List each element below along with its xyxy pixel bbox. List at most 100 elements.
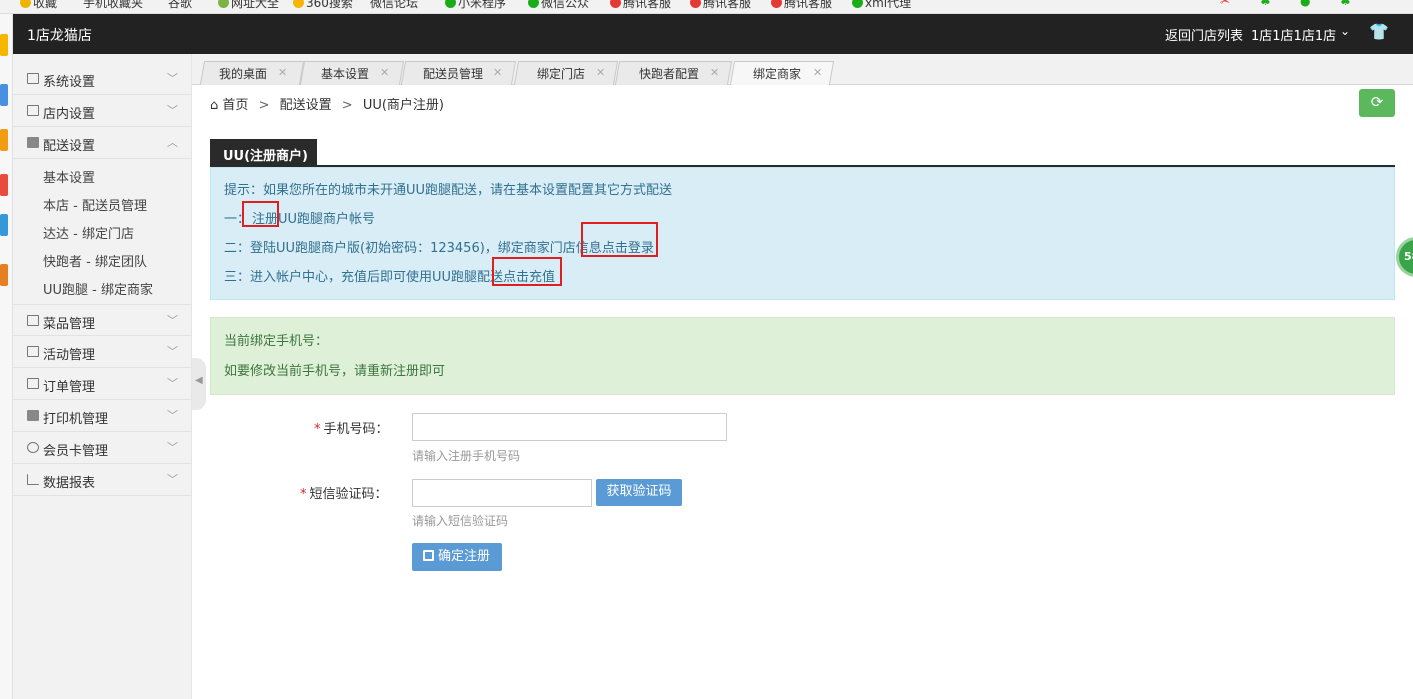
bookmark-item[interactable]: 网址大全 bbox=[218, 0, 279, 11]
sidebar-item-dish-management[interactable]: 菜品管理 ﹀ bbox=[13, 304, 192, 336]
chevron-down-icon: ﹀ bbox=[167, 345, 178, 358]
qq-icon bbox=[690, 0, 701, 8]
app-icon[interactable] bbox=[0, 174, 8, 196]
close-icon[interactable]: ✕ bbox=[710, 66, 719, 79]
bookmark-item[interactable]: 微信论坛 bbox=[370, 0, 418, 11]
sidebar-item-order-management[interactable]: 订单管理 ﹀ bbox=[13, 368, 192, 400]
app-icon[interactable] bbox=[0, 34, 8, 56]
current-store-name[interactable]: 1店1店1店1店 bbox=[1251, 25, 1336, 44]
chevron-down-icon: ﹀ bbox=[167, 409, 178, 422]
floating-badge[interactable]: 58 bbox=[1396, 237, 1413, 277]
confirm-register-button[interactable]: 确定注册 bbox=[412, 543, 502, 571]
list-icon bbox=[27, 378, 39, 389]
save-icon bbox=[423, 550, 434, 561]
close-icon[interactable]: ✕ bbox=[278, 66, 287, 79]
refresh-button[interactable]: ⟳ bbox=[1359, 89, 1395, 117]
scissors-icon[interactable]: ✂ bbox=[1220, 0, 1230, 8]
sidebar-item-printer-management[interactable]: 打印机管理 ﹀ bbox=[13, 400, 192, 432]
close-icon[interactable]: ✕ bbox=[380, 66, 389, 79]
wechat-icon bbox=[528, 0, 539, 8]
highlight-box bbox=[492, 257, 562, 286]
tab-bar: 我的桌面 ✕ 基本设置 ✕ 配送员管理 ✕ 绑定门店 ✕ 快跑者配置 ✕ 绑定商… bbox=[192, 54, 1413, 85]
chevron-up-icon: ︿ bbox=[167, 136, 178, 149]
get-code-button[interactable]: 获取验证码 bbox=[596, 479, 682, 506]
printer-icon bbox=[27, 410, 39, 421]
bookmark-item[interactable]: 微信公众 bbox=[528, 0, 589, 11]
sidebar-subitem-kuaipaozhe-bind[interactable]: 快跑者 - 绑定团队 bbox=[43, 251, 147, 270]
binding-alert: 当前绑定手机号： 如要修改当前手机号，请重新注册即可 bbox=[210, 317, 1395, 395]
sidebar-collapse-handle[interactable]: ◀ bbox=[192, 358, 206, 410]
chevron-down-icon[interactable]: ⌄ bbox=[1340, 24, 1350, 38]
search-icon bbox=[293, 0, 304, 8]
sidebar-item-label: 数据报表 bbox=[43, 476, 96, 491]
bookmark-item[interactable]: 手机收藏夹 bbox=[83, 0, 143, 11]
sidebar-subitem-dada-bind[interactable]: 达达 - 绑定门店 bbox=[43, 223, 134, 242]
highlight-box bbox=[242, 201, 279, 227]
globe-icon bbox=[218, 0, 229, 8]
extension-icon[interactable]: ♣ bbox=[1340, 0, 1351, 8]
browser-side-panel bbox=[0, 14, 13, 699]
bookmark-item[interactable]: 小米程序 bbox=[445, 0, 506, 11]
phone-input[interactable] bbox=[412, 413, 727, 441]
sms-code-help: 请输入短信验证码 bbox=[412, 514, 509, 528]
sidebar-item-member-card-management[interactable]: 会员卡管理 ﹀ bbox=[13, 432, 192, 464]
app-icon[interactable] bbox=[0, 129, 8, 151]
sidebar-item-label: 活动管理 bbox=[43, 348, 96, 363]
info-alert: 提示：如果您所在的城市未开通UU跑腿配送，请在基本设置配置其它方式配送 一： 注册… bbox=[210, 167, 1395, 300]
tab-bind-merchant[interactable]: 绑定商家 bbox=[753, 65, 801, 82]
sidebar-item-label: 菜品管理 bbox=[43, 317, 96, 332]
bookmark-item[interactable]: 收藏 bbox=[20, 0, 57, 11]
sidebar-item-label: 打印机管理 bbox=[43, 412, 109, 427]
bookmark-item[interactable]: 360搜索 bbox=[293, 0, 353, 11]
bookmark-item[interactable]: 腾讯客服 bbox=[610, 0, 671, 11]
store-brand[interactable]: 1店龙猫店 bbox=[27, 25, 92, 45]
close-icon[interactable]: ✕ bbox=[493, 66, 502, 79]
truck-icon bbox=[27, 137, 39, 148]
bookmark-item[interactable]: 腾讯客服 bbox=[690, 0, 751, 11]
sidebar-item-data-reports[interactable]: 数据报表 ﹀ bbox=[13, 464, 192, 496]
app-icon[interactable] bbox=[0, 84, 8, 106]
close-icon[interactable]: ✕ bbox=[596, 66, 605, 79]
star-icon bbox=[20, 0, 31, 8]
app-icon[interactable] bbox=[0, 214, 8, 236]
tab-basic-settings[interactable]: 基本设置 bbox=[321, 65, 369, 82]
sidebar-item-store-settings[interactable]: 店内设置 ﹀ bbox=[13, 95, 192, 127]
bookmark-item[interactable]: xml代理 bbox=[852, 0, 911, 11]
caret-left-icon: ◀ bbox=[195, 375, 203, 386]
phone-label: * 手机号码： bbox=[314, 422, 389, 437]
bookmark-item[interactable]: 谷歌 bbox=[168, 0, 192, 11]
bar-chart-icon bbox=[27, 474, 39, 485]
extension-icon[interactable]: ♣ bbox=[1260, 0, 1271, 8]
miniapp-icon bbox=[445, 0, 456, 8]
sidebar-item-activity-management[interactable]: 活动管理 ﹀ bbox=[13, 336, 192, 368]
bookmark-item[interactable]: 腾讯客服 bbox=[771, 0, 832, 11]
sidebar-subitem-basic-settings[interactable]: 基本设置 bbox=[43, 167, 95, 186]
chevron-down-icon: ﹀ bbox=[167, 441, 178, 454]
tshirt-icon[interactable]: 👕 bbox=[1369, 22, 1389, 41]
sidebar-subitem-courier-management[interactable]: 本店 - 配送员管理 bbox=[43, 195, 147, 214]
close-icon[interactable]: ✕ bbox=[813, 66, 822, 79]
chevron-down-icon: ﹀ bbox=[167, 377, 178, 390]
sidebar-item-system-settings[interactable]: 系统设置 ﹀ bbox=[13, 63, 192, 95]
phone-help: 请输入注册手机号码 bbox=[412, 449, 521, 463]
top-navbar: 1店龙猫店 返回门店列表 1店1店1店1店 ⌄ 👕 bbox=[13, 14, 1413, 54]
breadcrumb-home[interactable]: 首页 bbox=[222, 98, 248, 113]
miniapp-icon bbox=[852, 0, 863, 8]
back-to-store-list-link[interactable]: 返回门店列表 bbox=[1165, 25, 1243, 44]
bookmarks-bar: 收藏 手机收藏夹 谷歌 网址大全 360搜索 微信论坛 小米程序 微信公众 腾讯… bbox=[0, 0, 1413, 14]
sidebar-subitem-uu-bind[interactable]: UU跑腿 - 绑定商家 bbox=[43, 279, 153, 298]
tab-bind-store[interactable]: 绑定门店 bbox=[537, 65, 585, 82]
breadcrumb-current: UU(商户注册) bbox=[362, 98, 444, 113]
modify-phone-hint: 如要修改当前手机号，请重新注册即可 bbox=[224, 364, 446, 379]
tab-courier-management[interactable]: 配送员管理 bbox=[423, 65, 483, 82]
list-icon bbox=[27, 73, 39, 84]
image-icon bbox=[27, 315, 39, 326]
tab-my-desktop[interactable]: 我的桌面 bbox=[219, 65, 267, 82]
breadcrumb-delivery-settings[interactable]: 配送设置 bbox=[280, 98, 332, 113]
sidebar-item-delivery-settings[interactable]: 配送设置 ︿ bbox=[13, 127, 192, 159]
add-icon[interactable]: ● bbox=[1300, 0, 1310, 8]
app-icon[interactable] bbox=[0, 264, 8, 286]
tab-kuaipaozhe-config[interactable]: 快跑者配置 bbox=[639, 65, 699, 82]
sms-code-input[interactable] bbox=[412, 479, 592, 507]
qq-icon bbox=[771, 0, 782, 8]
